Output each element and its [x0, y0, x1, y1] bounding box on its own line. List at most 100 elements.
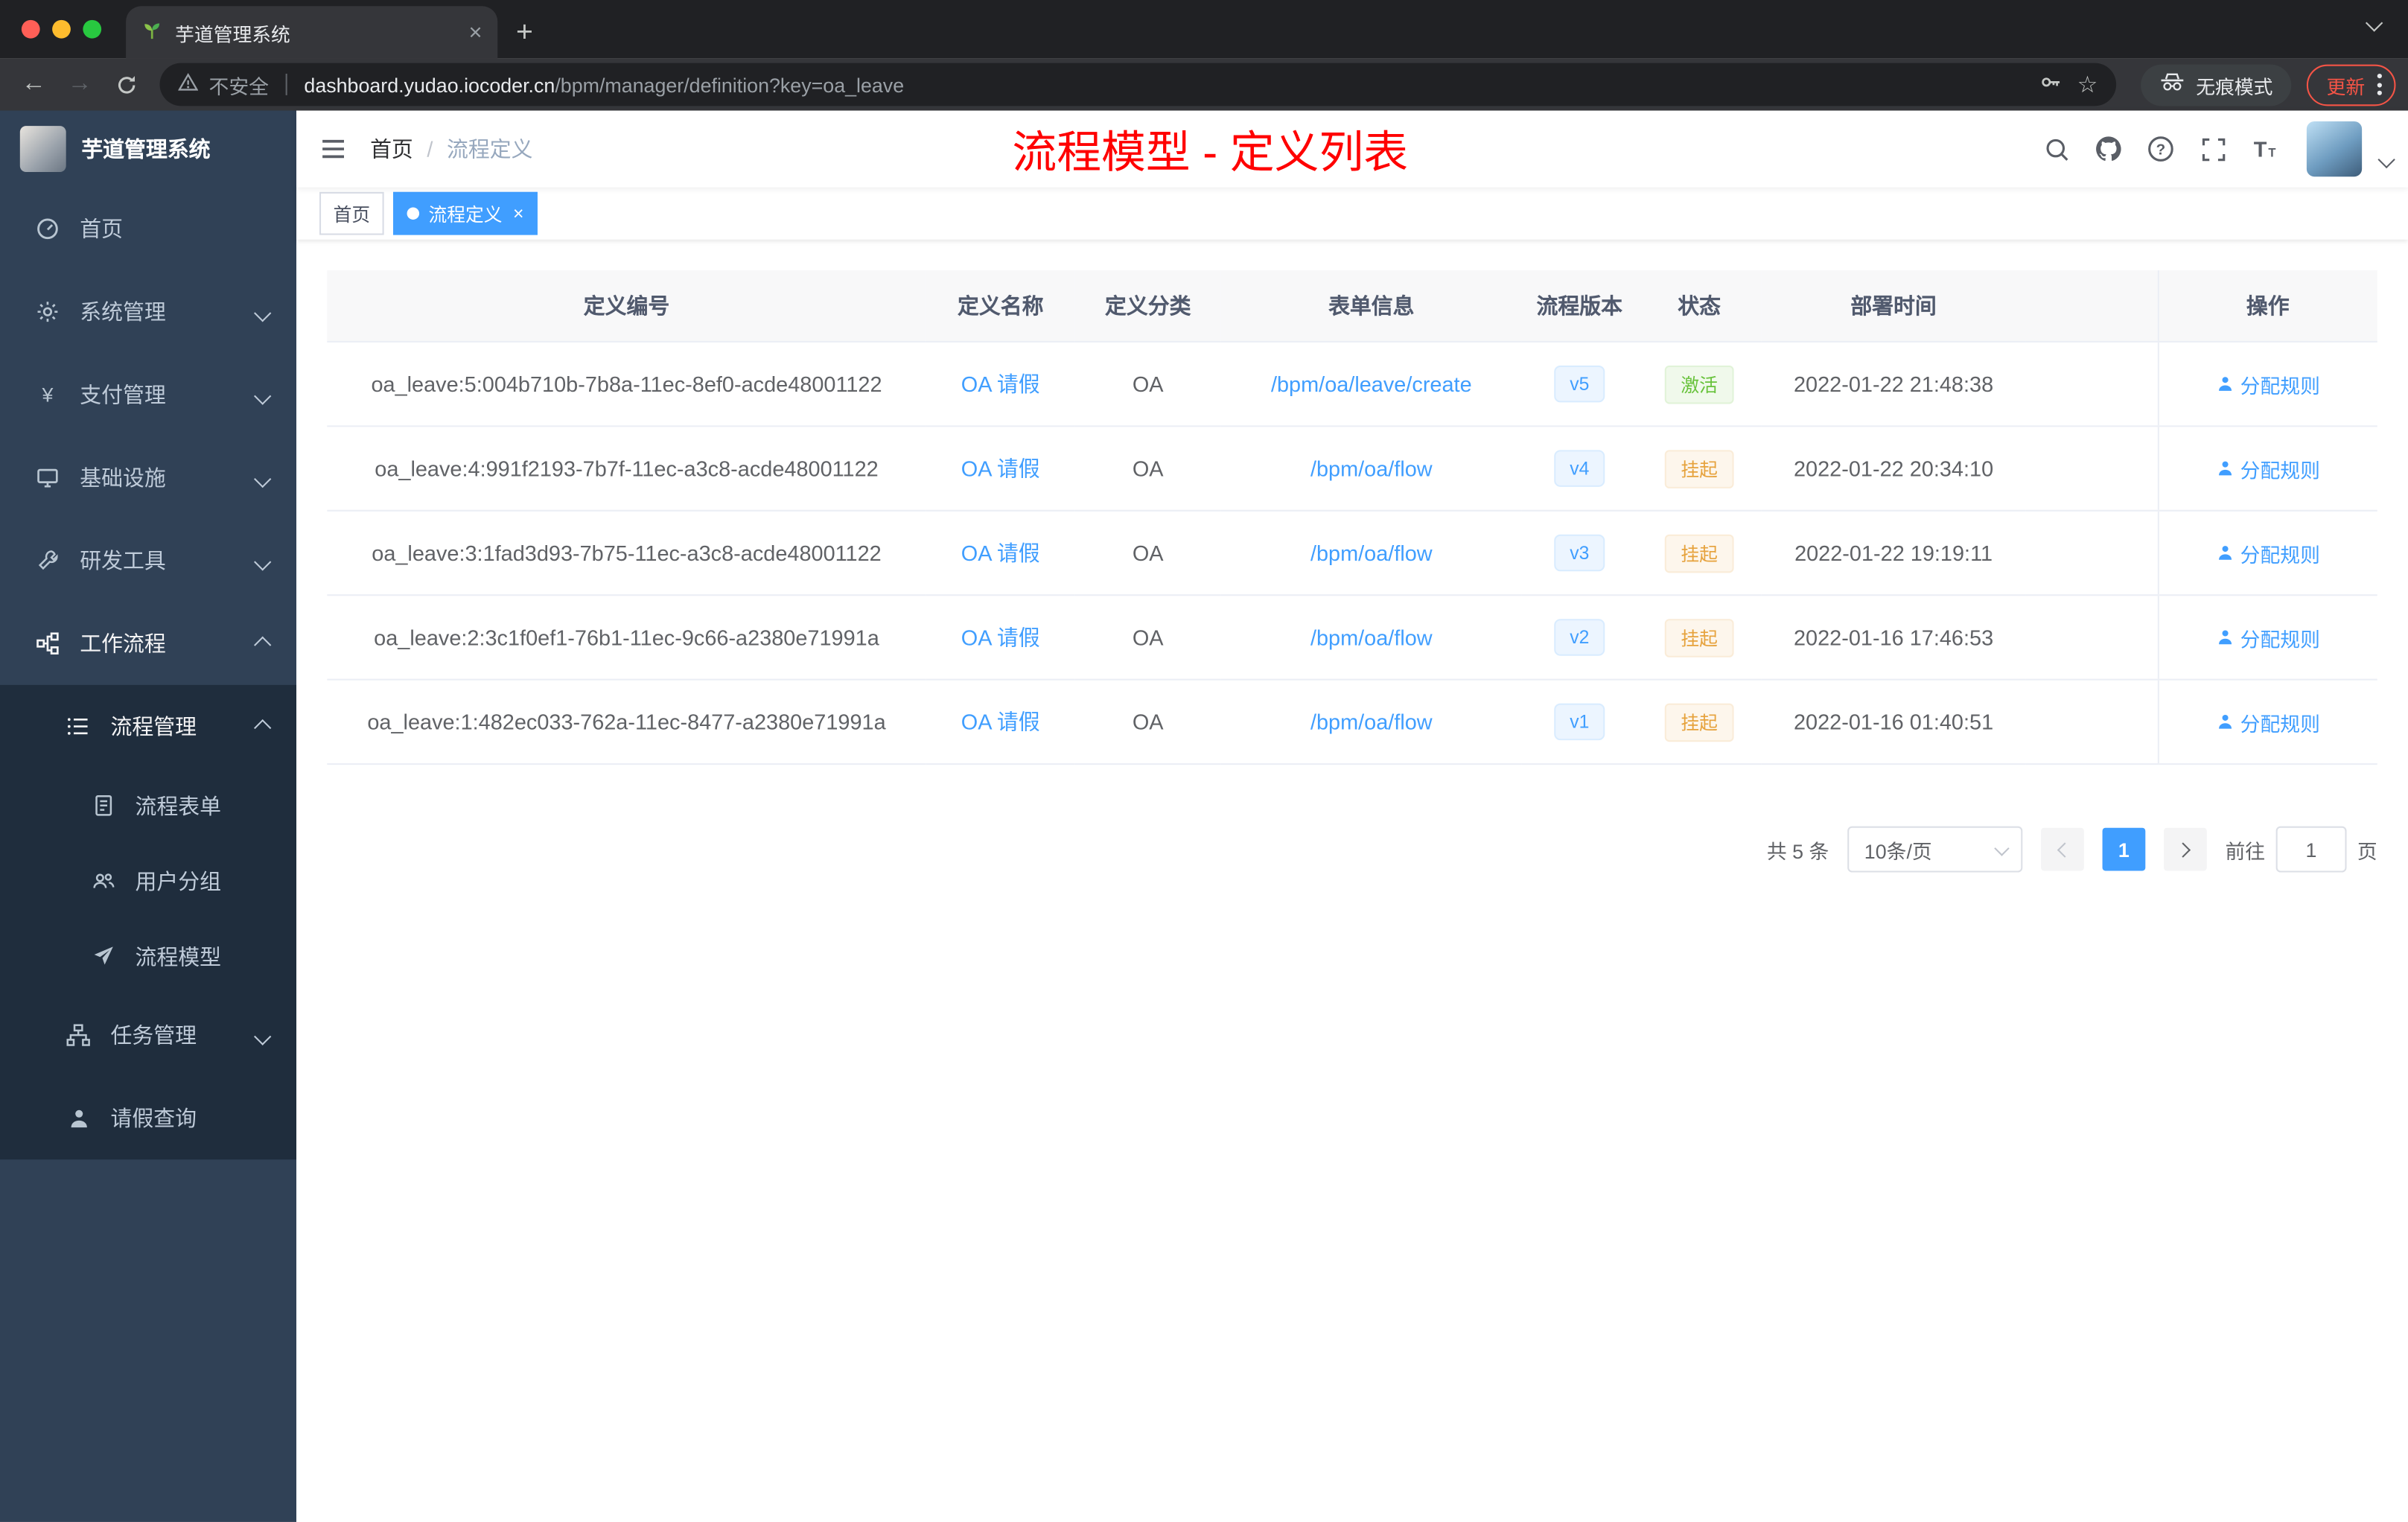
sidebar-item-process-model[interactable]: 流程模型	[0, 918, 296, 993]
divider	[285, 74, 287, 95]
reload-icon[interactable]	[104, 63, 147, 106]
assign-rule-link[interactable]: 分配规则	[2216, 453, 2320, 483]
definition-name-link[interactable]: OA 请假	[961, 710, 1040, 734]
security-label[interactable]: 不安全	[209, 70, 269, 99]
browser-toolbar: ← → 不安全 dashboard.yudao.iocoder.cn/bpm/m…	[0, 58, 2408, 111]
incognito-badge: 无痕模式	[2141, 63, 2292, 106]
definition-name-link[interactable]: OA 请假	[961, 541, 1040, 565]
form-link[interactable]: /bpm/oa/flow	[1310, 625, 1433, 649]
sidebar-item-process-form[interactable]: 流程表单	[0, 768, 296, 843]
address-bar[interactable]: 不安全 dashboard.yudao.iocoder.cn/bpm/manag…	[159, 63, 2117, 106]
page-jump-input[interactable]	[2275, 826, 2347, 873]
window-minimize-button[interactable]	[52, 19, 71, 39]
app-shell: 芋道管理系统 首页 系统管理 ¥ 支付管理 基础设施 研发工具 工作流程 流程管…	[0, 110, 2408, 1522]
table-row: oa_leave:5:004b710b-7b8a-11ec-8ef0-acde4…	[327, 341, 2377, 427]
workflow-icon	[34, 631, 61, 656]
sidebar-item-home[interactable]: 首页	[0, 188, 296, 270]
back-icon[interactable]: ←	[13, 63, 56, 106]
table-row: oa_leave:1:482ec033-762a-11ec-8477-a2380…	[327, 679, 2377, 765]
avatar-caret-icon[interactable]	[2377, 146, 2395, 173]
user-avatar[interactable]	[2306, 121, 2363, 177]
svg-text:¥: ¥	[41, 383, 53, 406]
page-size-select[interactable]: 10条/页	[1847, 826, 2023, 873]
definition-name-link[interactable]: OA 请假	[961, 625, 1040, 649]
definition-id-cell: oa_leave:5:004b710b-7b8a-11ec-8ef0-acde4…	[327, 341, 926, 427]
window-zoom-button[interactable]	[83, 19, 102, 39]
version-badge: v2	[1554, 619, 1605, 656]
prev-page-button[interactable]	[2040, 827, 2084, 871]
col-definition-name: 定义名称	[926, 270, 1075, 343]
assign-rule-link[interactable]: 分配规则	[2216, 369, 2320, 398]
search-icon[interactable]	[2033, 126, 2080, 172]
top-navbar: 首页 / 流程定义 流程模型 - 定义列表 ? T T	[296, 110, 2408, 188]
help-icon[interactable]: ?	[2138, 126, 2184, 172]
sidebar-item-workflow[interactable]: 工作流程	[0, 602, 296, 685]
update-button[interactable]: 更新	[2306, 63, 2396, 106]
tag-process-definition[interactable]: 流程定义 ×	[393, 191, 538, 235]
sidebar-item-task-management[interactable]: 任务管理	[0, 993, 296, 1076]
sidebar-item-payment[interactable]: ¥ 支付管理	[0, 353, 296, 436]
table-row: oa_leave:3:1fad3d93-7b75-11ec-a3c8-acde4…	[327, 510, 2377, 596]
sidebar-item-leave-query[interactable]: 请假查询	[0, 1077, 296, 1159]
list-icon	[65, 714, 92, 739]
tab-close-icon[interactable]: ×	[469, 19, 482, 45]
next-page-button[interactable]	[2163, 827, 2207, 871]
font-size-icon[interactable]: TT	[2242, 126, 2288, 172]
sidebar-item-user-group[interactable]: 用户分组	[0, 843, 296, 918]
category-cell: OA	[1074, 510, 1221, 596]
version-badge: v1	[1554, 703, 1605, 741]
window-close-button[interactable]	[21, 19, 40, 39]
deploy-time-cell: 2022-01-16 17:46:53	[1761, 595, 2026, 681]
sidebar-toggle-icon[interactable]	[296, 136, 370, 163]
person-icon	[65, 1107, 92, 1130]
page-number-button[interactable]: 1	[2102, 827, 2146, 871]
sidebar-item-process-management[interactable]: 流程管理	[0, 685, 296, 768]
form-link[interactable]: /bpm/oa/flow	[1310, 541, 1433, 565]
assign-rule-link[interactable]: 分配规则	[2216, 538, 2320, 567]
fullscreen-icon[interactable]	[2190, 126, 2236, 172]
sidebar-item-infrastructure[interactable]: 基础设施	[0, 436, 296, 519]
key-icon[interactable]	[2039, 71, 2062, 98]
sidebar-logo[interactable]: 芋道管理系统	[0, 111, 296, 188]
gear-icon	[34, 299, 61, 324]
spacer-cell	[2025, 510, 2158, 596]
definition-name-link[interactable]: OA 请假	[961, 372, 1040, 396]
chevron-down-icon	[254, 465, 272, 490]
bookmark-star-icon[interactable]: ☆	[2077, 71, 2098, 98]
tab-search-chevron-icon[interactable]	[2365, 9, 2383, 36]
yen-icon: ¥	[34, 383, 61, 407]
chevron-down-icon	[254, 1023, 272, 1048]
assign-rule-link[interactable]: 分配规则	[2216, 707, 2320, 736]
deploy-time-cell: 2022-01-22 19:19:11	[1761, 510, 2026, 596]
page-url[interactable]: dashboard.yudao.iocoder.cn/bpm/manager/d…	[304, 73, 904, 96]
assign-rule-link[interactable]: 分配规则	[2216, 623, 2320, 652]
chevron-down-icon	[1994, 840, 2010, 856]
col-deploy-time: 部署时间	[1761, 270, 2026, 343]
status-badge: 挂起	[1665, 618, 1733, 657]
github-icon[interactable]	[2086, 126, 2132, 172]
form-link[interactable]: /bpm/oa/flow	[1310, 710, 1433, 734]
logo-image	[19, 126, 66, 172]
breadcrumb-current: 流程定义	[446, 136, 533, 162]
sidebar-item-devtools[interactable]: 研发工具	[0, 519, 296, 602]
category-cell: OA	[1074, 341, 1221, 427]
site-favicon-icon	[141, 19, 163, 45]
sidebar-item-system[interactable]: 系统管理	[0, 270, 296, 353]
forward-icon[interactable]: →	[58, 63, 101, 106]
browser-menu-kebab-icon[interactable]	[2377, 74, 2382, 95]
monitor-icon	[34, 465, 61, 490]
incognito-icon	[2159, 72, 2185, 97]
definition-name-link[interactable]: OA 请假	[961, 456, 1040, 481]
tag-close-icon[interactable]: ×	[513, 203, 523, 224]
breadcrumb-home[interactable]: 首页	[370, 133, 413, 164]
definition-id-cell: oa_leave:3:1fad3d93-7b75-11ec-a3c8-acde4…	[327, 510, 926, 596]
form-link[interactable]: /bpm/oa/leave/create	[1271, 372, 1472, 396]
form-link[interactable]: /bpm/oa/flow	[1310, 456, 1433, 481]
tag-home[interactable]: 首页	[319, 191, 384, 235]
definition-id-cell: oa_leave:4:991f2193-7b7f-11ec-a3c8-acde4…	[327, 426, 926, 512]
new-tab-button[interactable]: +	[516, 19, 533, 48]
browser-tab[interactable]: 芋道管理系统 ×	[126, 6, 498, 59]
paper-plane-icon	[89, 944, 117, 967]
col-definition-id: 定义编号	[327, 270, 926, 343]
tags-view-bar: 首页 流程定义 ×	[296, 187, 2408, 240]
